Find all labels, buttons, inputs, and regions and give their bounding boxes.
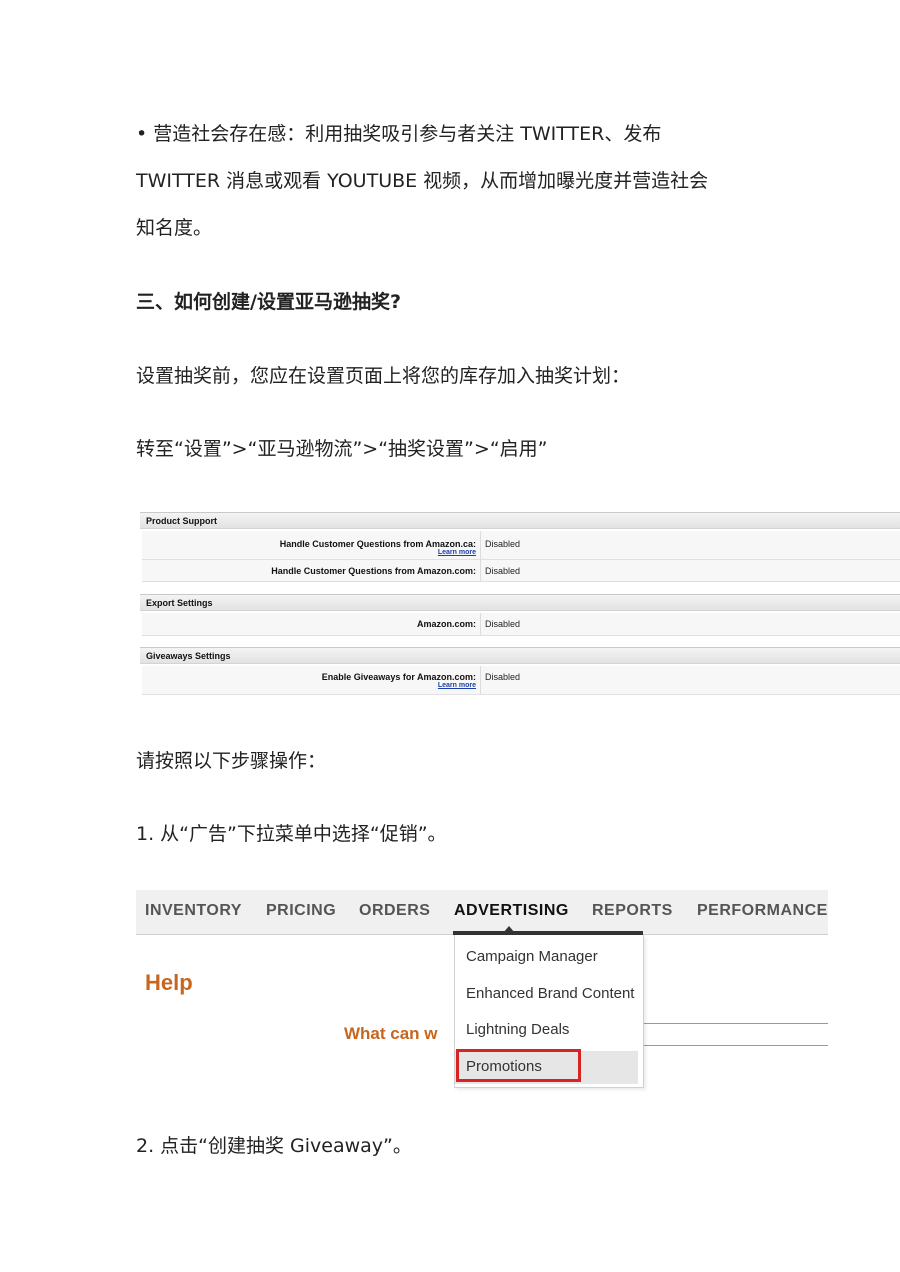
- tab-inventory[interactable]: INVENTORY: [145, 902, 242, 920]
- settings-row: Handle Customer Questions from Amazon.co…: [142, 560, 900, 582]
- row-value: Disabled: [485, 619, 521, 629]
- menu-item-enhanced-brand-content[interactable]: Enhanced Brand Content: [466, 985, 634, 1002]
- divider-line: [636, 1023, 828, 1024]
- bullet-paragraph-line-3: 知名度。: [136, 217, 213, 239]
- menu-item-campaign-manager[interactable]: Campaign Manager: [466, 948, 598, 965]
- section-header-giveaways-settings: Giveaways Settings: [140, 647, 900, 664]
- column-divider: [480, 666, 481, 694]
- learn-more-link[interactable]: Learn more: [142, 549, 476, 556]
- row-label: Amazon.com:: [416, 619, 476, 629]
- row-label: Handle Customer Questions from Amazon.co…: [271, 566, 476, 576]
- settings-row: Enable Giveaways for Amazon.com: Learn m…: [142, 666, 900, 695]
- tab-pricing[interactable]: PRICING: [266, 902, 336, 920]
- row-label: Handle Customer Questions from Amazon.ca…: [279, 539, 476, 549]
- learn-more-link[interactable]: Learn more: [142, 682, 476, 689]
- section-header-product-support: Product Support: [140, 512, 900, 529]
- row-value: Disabled: [485, 672, 521, 682]
- settings-screenshot: Product Support Handle Customer Question…: [140, 508, 900, 698]
- menu-item-lightning-deals[interactable]: Lightning Deals: [466, 1021, 569, 1038]
- tab-orders[interactable]: ORDERS: [359, 902, 430, 920]
- highlight-box: [456, 1049, 581, 1082]
- settings-row: Handle Customer Questions from Amazon.ca…: [142, 531, 900, 560]
- bullet-paragraph-line-2: TWITTER 消息或观看 YOUTUBE 视频，从而增加曝光度并营造社会: [136, 170, 709, 192]
- row-value: Disabled: [485, 539, 521, 549]
- tab-reports[interactable]: REPORTS: [592, 902, 673, 920]
- column-divider: [480, 560, 481, 581]
- divider-line: [636, 1045, 828, 1046]
- bullet-paragraph-line-1: • 营造社会存在感：利用抽奖吸引参与者关注 TWITTER、发布: [136, 123, 662, 145]
- help-title: Help: [145, 970, 193, 995]
- tab-advertising[interactable]: ADVERTISING: [454, 902, 569, 920]
- settings-path-text: 转至“设置”>“亚马逊物流”>“抽奖设置”>“启用”: [136, 438, 548, 460]
- setup-intro-text: 设置抽奖前，您应在设置页面上将您的库存加入抽奖计划：: [136, 365, 631, 387]
- steps-intro-text: 请按照以下步骤操作：: [136, 750, 327, 772]
- row-label: Enable Giveaways for Amazon.com:: [321, 672, 476, 682]
- column-divider: [480, 531, 481, 559]
- advertising-dropdown-menu: Campaign Manager Enhanced Brand Content …: [454, 935, 644, 1088]
- section-header-export-settings: Export Settings: [140, 594, 900, 611]
- column-divider: [480, 613, 481, 635]
- nav-screenshot: INVENTORY PRICING ORDERS ADVERTISING REP…: [136, 890, 828, 1090]
- step-2-text: 2. 点击“创建抽奖 Giveaway”。: [136, 1135, 412, 1157]
- step-1-text: 1. 从“广告”下拉菜单中选择“促销”。: [136, 823, 447, 845]
- section-heading: 三、如何创建/设置亚马逊抽奖?: [136, 291, 401, 313]
- caret-up-icon: [503, 926, 515, 933]
- top-nav-bar: INVENTORY PRICING ORDERS ADVERTISING REP…: [136, 890, 828, 935]
- partial-heading: What can w: [344, 1024, 438, 1043]
- settings-row: Amazon.com: Disabled: [142, 613, 900, 636]
- tab-performance[interactable]: PERFORMANCE: [697, 902, 828, 920]
- row-value: Disabled: [485, 566, 521, 576]
